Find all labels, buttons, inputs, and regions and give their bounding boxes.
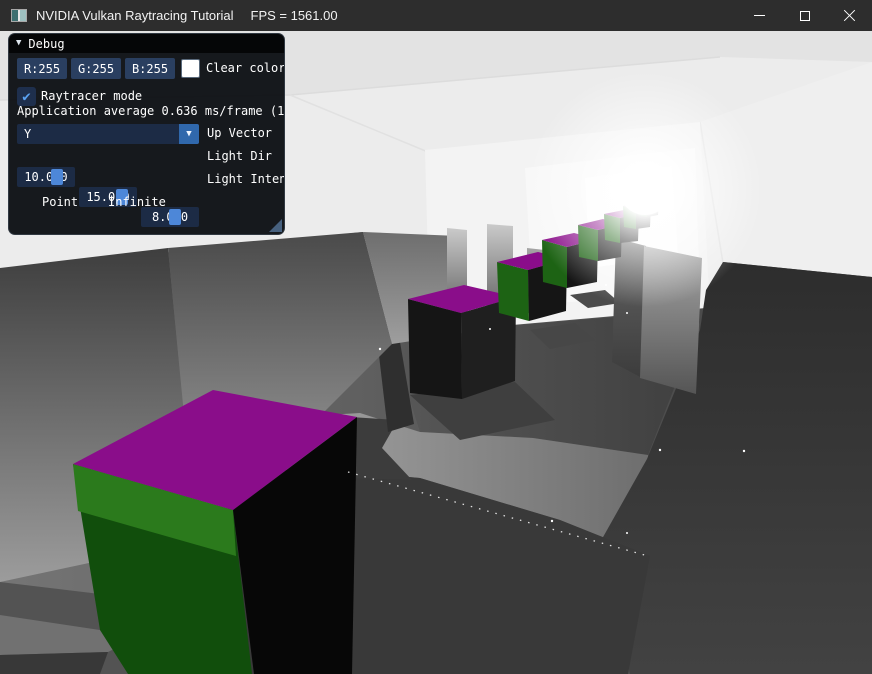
title-bar: NVIDIA Vulkan Raytracing Tutorial FPS = … bbox=[0, 0, 872, 31]
close-button[interactable] bbox=[827, 0, 872, 31]
light-dir-x-value: 10.000 bbox=[17, 170, 75, 184]
slider-grab[interactable] bbox=[169, 209, 181, 225]
chevron-down-icon: ▼ bbox=[186, 129, 191, 139]
resize-grip[interactable] bbox=[269, 219, 282, 232]
light-dir-label: Light Dir bbox=[207, 146, 272, 167]
minimize-icon bbox=[754, 15, 765, 16]
up-vector-label: Up Vector bbox=[207, 123, 272, 144]
app-icon bbox=[11, 9, 27, 22]
collapse-arrow-icon: ▼ bbox=[16, 39, 21, 48]
red-value-button[interactable]: R:255 bbox=[17, 58, 67, 79]
window-controls bbox=[737, 0, 872, 31]
up-vector-combo[interactable]: Y ▼ bbox=[17, 124, 199, 144]
slider-grab[interactable] bbox=[51, 169, 63, 185]
light-intensity-label: Light Intens bbox=[207, 169, 285, 190]
perf-stats-text: Application average 0.636 ms/frame (15 bbox=[17, 101, 285, 122]
window-title: NVIDIA Vulkan Raytracing Tutorial bbox=[36, 8, 234, 23]
maximize-button[interactable] bbox=[782, 0, 827, 31]
debug-panel: ▼ Debug R:255 G:255 B:255 Clear color ✔ … bbox=[8, 33, 285, 235]
maximize-icon bbox=[800, 11, 810, 21]
radio-infinite-label: Infinite bbox=[108, 192, 166, 213]
light-dir-x-slider[interactable]: 10.000 bbox=[17, 167, 75, 187]
light-glow bbox=[527, 71, 763, 307]
close-icon bbox=[843, 9, 856, 22]
debug-panel-header[interactable]: ▼ Debug bbox=[9, 34, 284, 53]
combo-arrow-button[interactable]: ▼ bbox=[179, 124, 199, 144]
blue-value-button[interactable]: B:255 bbox=[125, 58, 175, 79]
fps-counter: FPS = 1561.00 bbox=[251, 8, 338, 23]
render-viewport[interactable]: ▼ Debug R:255 G:255 B:255 Clear color ✔ … bbox=[0, 31, 872, 674]
green-value-button[interactable]: G:255 bbox=[71, 58, 121, 79]
clear-color-label: Clear color bbox=[206, 58, 285, 79]
panel-title: Debug bbox=[28, 37, 64, 51]
minimize-button[interactable] bbox=[737, 0, 782, 31]
combo-value: Y bbox=[17, 127, 31, 141]
clear-color-swatch[interactable] bbox=[181, 59, 200, 78]
radio-point-label: Point bbox=[42, 192, 78, 213]
